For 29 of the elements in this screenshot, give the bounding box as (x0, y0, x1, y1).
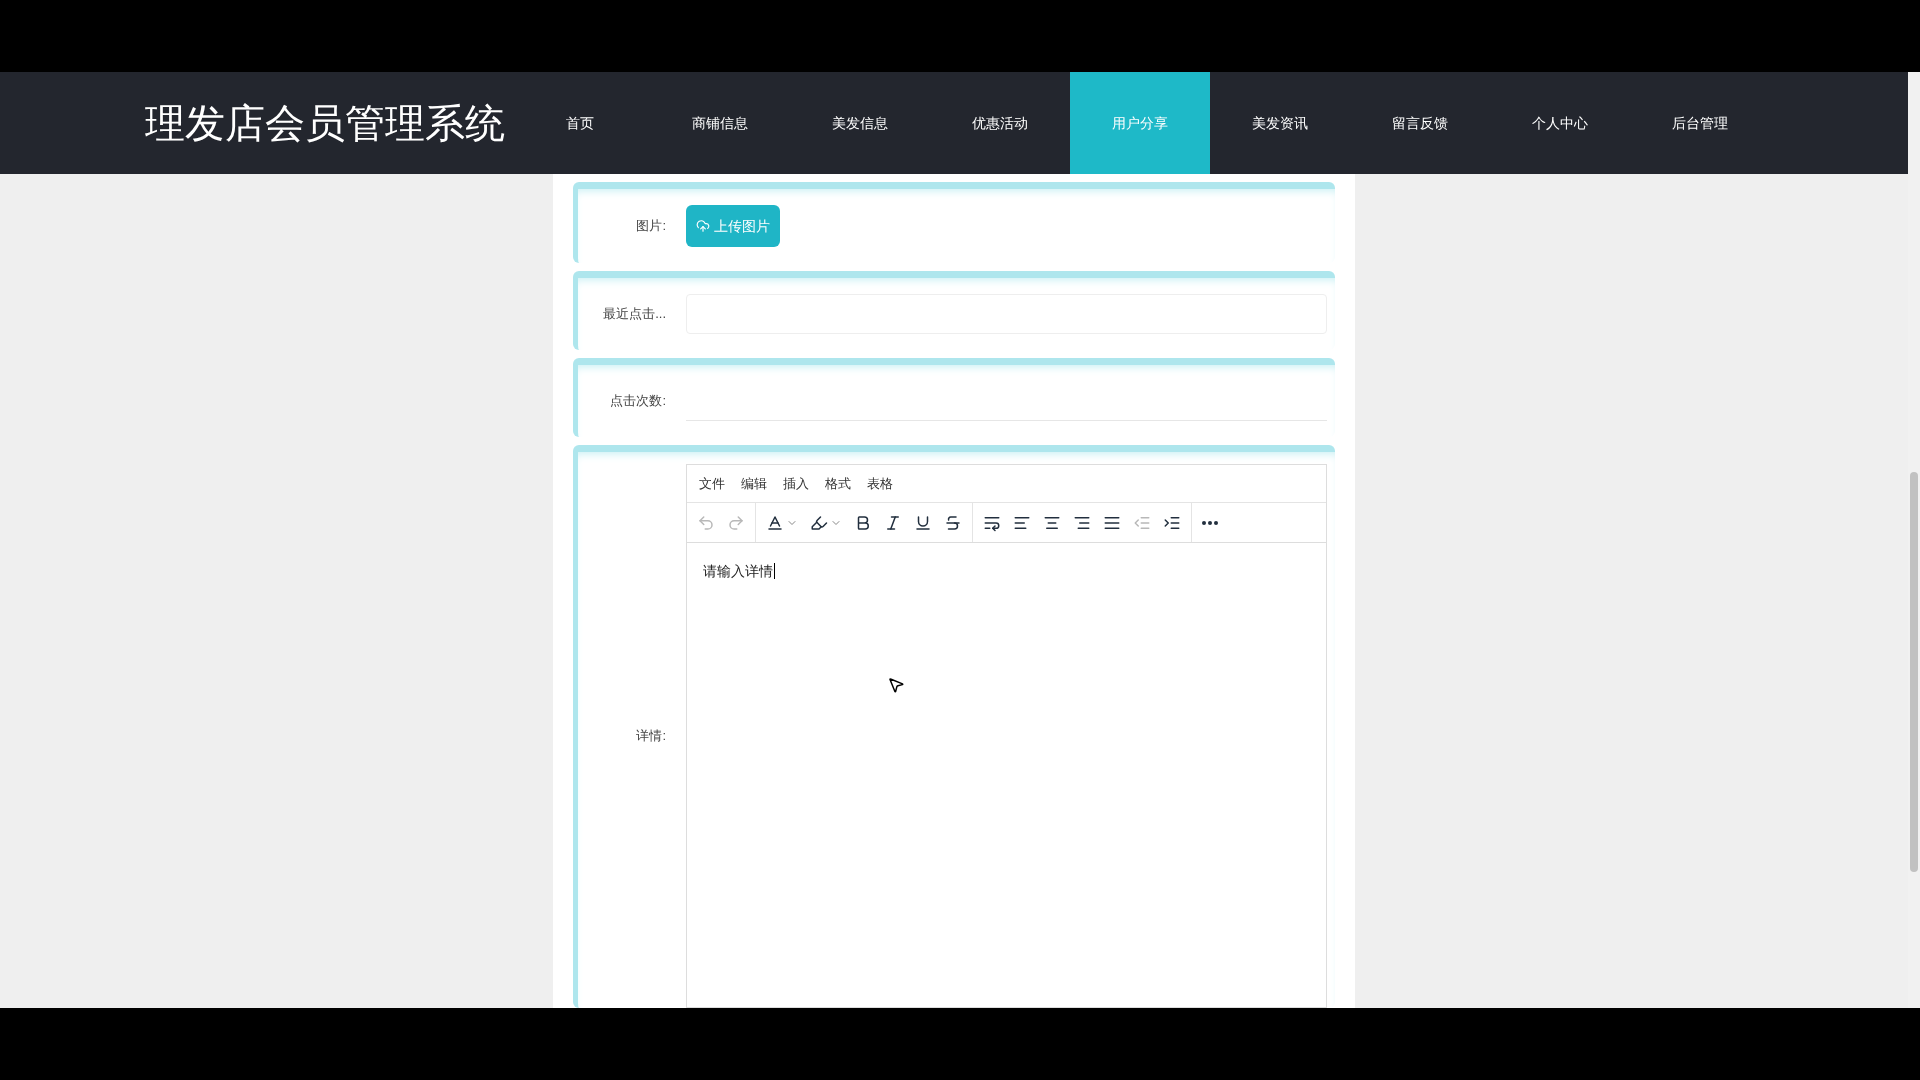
strikethrough-icon (944, 513, 962, 532)
field-label: 点击次数: (609, 392, 667, 411)
nav-link[interactable]: 美发资讯 (1210, 72, 1350, 174)
nav-link[interactable]: 后台管理 (1630, 72, 1770, 174)
editor-menu-item[interactable]: 格式 (825, 473, 851, 494)
cloud-upload-icon (696, 219, 710, 233)
nav-link[interactable]: 美发信息 (790, 72, 930, 174)
underline-icon (914, 513, 932, 532)
field-label: 最近点击... (602, 305, 667, 324)
undo-icon (697, 513, 715, 532)
italic-icon (884, 513, 902, 532)
site-title: 理发店会员管理系统 (145, 100, 506, 147)
nav-link[interactable]: 个人中心 (1490, 72, 1630, 174)
nav-link[interactable]: 商铺信息 (650, 72, 790, 174)
editor-menu-item[interactable]: 编辑 (741, 473, 767, 494)
redo-icon (727, 513, 745, 532)
more-icon (1202, 520, 1218, 525)
nav-link[interactable]: 优惠活动 (930, 72, 1070, 174)
mouse-cursor-icon (887, 676, 905, 694)
editor-menu-item[interactable]: 表格 (867, 473, 893, 494)
field-label: 详情: (635, 727, 667, 746)
field-label: 图片: (635, 217, 667, 236)
editor-text[interactable]: 请输入详情 (703, 563, 775, 579)
editor-menu-item[interactable]: 插入 (783, 473, 809, 494)
highlighter-icon (810, 513, 828, 532)
nav-link[interactable]: 首页 (510, 72, 650, 174)
editor-menu-item[interactable]: 文件 (699, 473, 725, 494)
nav-link[interactable]: 留言反馈 (1350, 72, 1490, 174)
text-color-icon (766, 513, 784, 532)
